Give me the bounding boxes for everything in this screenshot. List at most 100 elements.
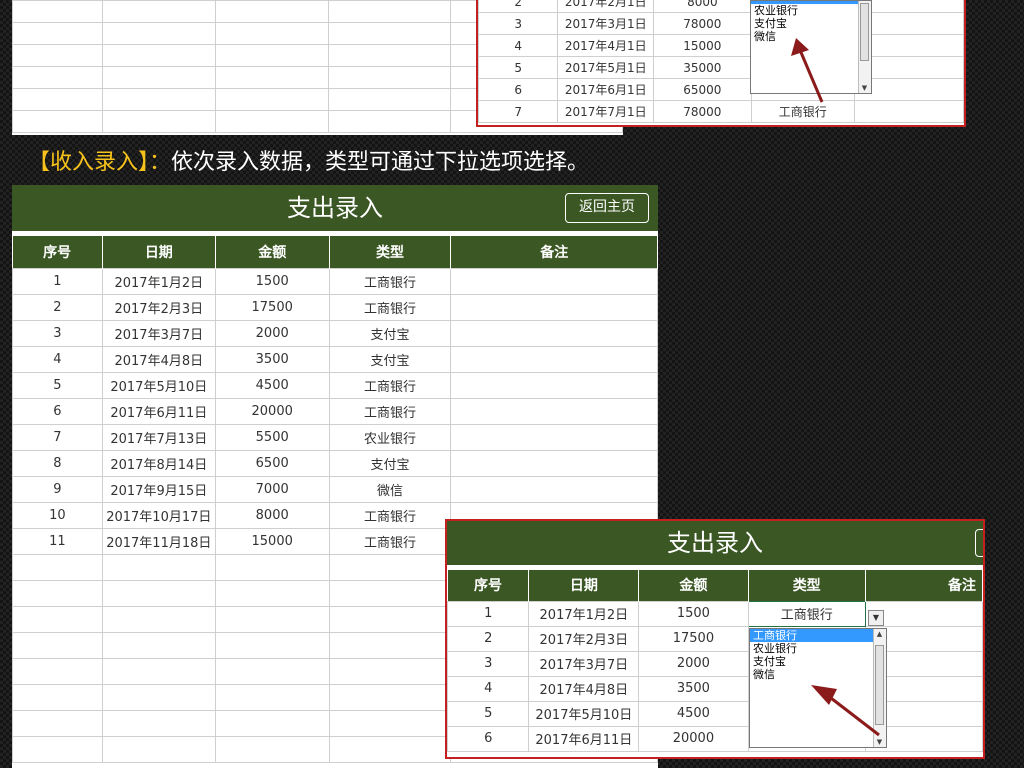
cell-date[interactable]: 2017年1月2日 xyxy=(528,600,640,627)
cell-no[interactable]: 9 xyxy=(12,475,103,503)
cell-no[interactable]: 8 xyxy=(12,449,103,477)
cell-type[interactable]: 农业银行 xyxy=(328,423,452,451)
cell-no[interactable]: 1 xyxy=(447,600,530,627)
cell-date[interactable]: 2017年3月1日 xyxy=(557,12,655,35)
cell-amount[interactable]: 65000 xyxy=(653,78,752,101)
cell-type[interactable]: 工商银行 xyxy=(328,371,452,399)
cell-amount[interactable]: 4500 xyxy=(638,700,749,727)
cell-type[interactable]: 工商银行 xyxy=(328,293,452,321)
cell-amount[interactable]: 17500 xyxy=(638,625,749,652)
scroll-up-icon[interactable]: ▲ xyxy=(874,629,885,639)
cell-note[interactable] xyxy=(854,100,964,123)
cell-no[interactable]: 5 xyxy=(12,371,103,399)
return-home-button[interactable] xyxy=(975,529,983,557)
cell-no[interactable]: 3 xyxy=(478,12,559,35)
cell-no[interactable]: 5 xyxy=(447,700,530,727)
cell-date[interactable]: 2017年5月10日 xyxy=(528,700,640,727)
cell-note[interactable] xyxy=(450,475,658,503)
cell-amount[interactable]: 7000 xyxy=(214,475,330,503)
cell-amount[interactable]: 3500 xyxy=(214,345,330,373)
cell-type[interactable]: 支付宝 xyxy=(328,345,452,373)
cell-amount[interactable]: 3500 xyxy=(638,675,749,702)
dropdown-option[interactable]: 支付宝 xyxy=(751,17,871,30)
cell-no[interactable]: 1 xyxy=(12,267,103,295)
cell-no[interactable]: 11 xyxy=(12,527,103,555)
cell-note[interactable] xyxy=(450,371,658,399)
cell-no[interactable]: 10 xyxy=(12,501,103,529)
cell-date[interactable]: 2017年6月1日 xyxy=(557,78,655,101)
cell-date[interactable]: 2017年4月8日 xyxy=(528,675,640,702)
dropdown-option-selected[interactable]: 工商银行 xyxy=(750,629,874,642)
cell-note[interactable] xyxy=(450,319,658,347)
cell-date[interactable]: 2017年6月11日 xyxy=(101,397,216,425)
cell-type[interactable]: 支付宝 xyxy=(328,449,452,477)
cell-no[interactable]: 4 xyxy=(478,34,559,57)
cell-type[interactable]: 工商银行 xyxy=(328,267,452,295)
cell-date[interactable]: 2017年2月3日 xyxy=(528,625,640,652)
cell-date[interactable]: 2017年6月11日 xyxy=(528,725,640,752)
cell-no[interactable]: 4 xyxy=(12,345,103,373)
cell-amount[interactable]: 2000 xyxy=(214,319,330,347)
cell-date[interactable]: 2017年2月3日 xyxy=(101,293,216,321)
cell-amount[interactable]: 15000 xyxy=(214,527,330,555)
cell-amount[interactable]: 15000 xyxy=(653,34,752,57)
dropdown-option[interactable]: 支付宝 xyxy=(750,655,886,668)
cell-note[interactable] xyxy=(450,397,658,425)
cell-no[interactable]: 2 xyxy=(12,293,103,321)
cell-no[interactable]: 6 xyxy=(478,78,559,101)
scroll-down-icon[interactable]: ▼ xyxy=(859,83,870,93)
cell-amount[interactable]: 1500 xyxy=(638,600,749,627)
cell-date[interactable]: 2017年7月1日 xyxy=(557,100,655,123)
dropdown-option[interactable]: 农业银行 xyxy=(750,642,886,655)
cell-amount[interactable]: 8000 xyxy=(653,0,752,13)
cell-amount[interactable]: 17500 xyxy=(214,293,330,321)
chevron-down-icon[interactable]: ▼ xyxy=(868,610,884,626)
cell-type-active[interactable]: 工商银行 xyxy=(747,600,866,627)
cell-amount[interactable]: 8000 xyxy=(214,501,330,529)
cell-date[interactable]: 2017年4月8日 xyxy=(101,345,216,373)
return-home-button[interactable]: 返回主页 xyxy=(565,193,649,223)
cell-no[interactable]: 4 xyxy=(447,675,530,702)
cell-amount[interactable]: 20000 xyxy=(214,397,330,425)
cell-no[interactable]: 7 xyxy=(478,100,559,123)
dropdown-option[interactable]: 农业银行 xyxy=(751,4,871,17)
cell-date[interactable]: 2017年9月15日 xyxy=(101,475,216,503)
cell-date[interactable]: 2017年11月18日 xyxy=(101,527,216,555)
cell-amount[interactable]: 2000 xyxy=(638,650,749,677)
cell-no[interactable]: 2 xyxy=(478,0,559,13)
cell-note[interactable] xyxy=(450,345,658,373)
cell-note[interactable] xyxy=(450,449,658,477)
cell-amount[interactable]: 35000 xyxy=(653,56,752,79)
cell-no[interactable]: 6 xyxy=(447,725,530,752)
cell-date[interactable]: 2017年5月1日 xyxy=(557,56,655,79)
cell-date[interactable]: 2017年7月13日 xyxy=(101,423,216,451)
cell-amount[interactable]: 78000 xyxy=(653,12,752,35)
cell-date[interactable]: 2017年3月7日 xyxy=(101,319,216,347)
cell-note[interactable] xyxy=(450,423,658,451)
cell-note[interactable] xyxy=(450,267,658,295)
cell-type[interactable]: 工商银行 xyxy=(328,397,452,425)
cell-date[interactable]: 2017年1月2日 xyxy=(101,267,216,295)
cell-amount[interactable]: 78000 xyxy=(653,100,752,123)
cell-date[interactable]: 2017年3月7日 xyxy=(528,650,640,677)
cell-no[interactable]: 2 xyxy=(447,625,530,652)
dropdown-scrollbar[interactable]: ▼ xyxy=(858,1,871,93)
cell-no[interactable]: 5 xyxy=(478,56,559,79)
cell-amount[interactable]: 6500 xyxy=(214,449,330,477)
cell-no[interactable]: 7 xyxy=(12,423,103,451)
cell-amount[interactable]: 20000 xyxy=(638,725,749,752)
cell-date[interactable]: 2017年2月1日 xyxy=(557,0,655,13)
cell-amount[interactable]: 5500 xyxy=(214,423,330,451)
cell-type[interactable]: 微信 xyxy=(328,475,452,503)
scrollbar-thumb[interactable] xyxy=(860,3,869,61)
cell-date[interactable]: 2017年8月14日 xyxy=(101,449,216,477)
cell-no[interactable]: 3 xyxy=(12,319,103,347)
cell-note[interactable] xyxy=(450,293,658,321)
cell-type[interactable]: 支付宝 xyxy=(328,319,452,347)
cell-amount[interactable]: 4500 xyxy=(214,371,330,399)
cell-type[interactable]: 工商银行 xyxy=(328,501,452,529)
cell-type[interactable]: 工商银行 xyxy=(328,527,452,555)
cell-date[interactable]: 2017年5月10日 xyxy=(101,371,216,399)
cell-date[interactable]: 2017年4月1日 xyxy=(557,34,655,57)
cell-no[interactable]: 3 xyxy=(447,650,530,677)
